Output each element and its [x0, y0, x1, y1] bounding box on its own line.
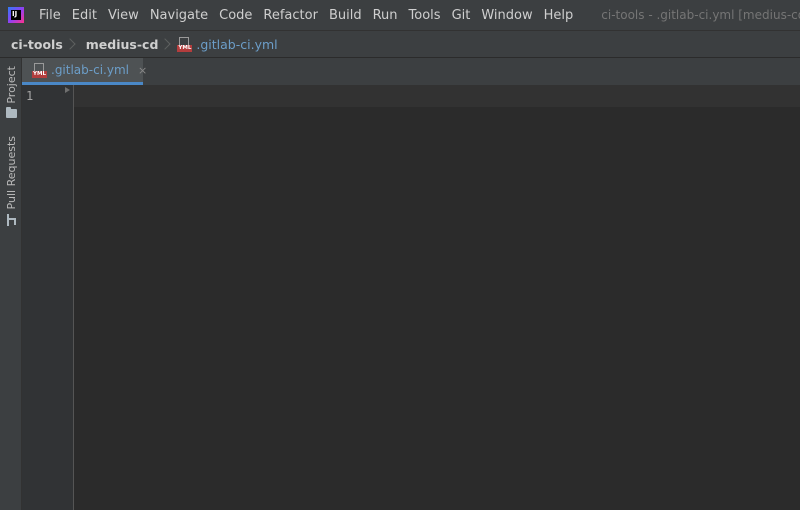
- breadcrumb-project[interactable]: ci-tools: [11, 37, 63, 52]
- menu-window[interactable]: Window: [481, 8, 532, 23]
- menu-run[interactable]: Run: [373, 8, 398, 23]
- menu-file[interactable]: File: [39, 8, 61, 23]
- yaml-file-icon-tag: YML: [32, 70, 47, 78]
- tab-gitlab-ci-yml[interactable]: YML .gitlab-ci.yml ×: [22, 58, 147, 85]
- menu-refactor[interactable]: Refactor: [263, 8, 318, 23]
- folder-icon: [5, 106, 17, 118]
- menu-code[interactable]: Code: [219, 8, 252, 23]
- line-number: 1: [26, 89, 34, 103]
- pull-requests-tool-button[interactable]: Pull Requests: [0, 136, 22, 227]
- editor-caret-line[interactable]: [74, 85, 800, 107]
- menu-git[interactable]: Git: [452, 8, 471, 23]
- chevron-right-icon: [163, 37, 170, 51]
- menu-view[interactable]: View: [108, 8, 139, 23]
- yaml-file-icon-tag: YML: [177, 44, 193, 52]
- editor-tab-bar: YML .gitlab-ci.yml ×: [22, 58, 800, 85]
- intellij-logo-icon[interactable]: IJ: [8, 7, 24, 23]
- breadcrumb-file[interactable]: YML .gitlab-ci.yml: [177, 36, 278, 52]
- menu-build[interactable]: Build: [329, 8, 362, 23]
- project-tool-label: Project: [4, 66, 18, 104]
- pull-requests-tool-label: Pull Requests: [4, 136, 18, 210]
- menu-navigate[interactable]: Navigate: [150, 8, 208, 23]
- breadcrumb: ci-tools medius-cd YML .gitlab-ci.yml: [0, 30, 800, 58]
- menu-edit[interactable]: Edit: [72, 8, 97, 23]
- window-title: ci-tools - .gitlab-ci.yml [medius-cd]: [601, 8, 800, 22]
- breadcrumb-file-label: .gitlab-ci.yml: [196, 36, 278, 52]
- menu-help[interactable]: Help: [544, 8, 574, 23]
- left-tool-strip: Project Pull Requests: [0, 58, 22, 510]
- editor-text-area[interactable]: [74, 107, 800, 510]
- pull-request-icon: [6, 214, 17, 227]
- menu-bar: IJ File Edit View Navigate Code Refactor…: [0, 0, 800, 30]
- fold-marker-icon[interactable]: [65, 87, 70, 93]
- breadcrumb-module[interactable]: medius-cd: [86, 37, 159, 52]
- chevron-right-icon: [68, 37, 75, 51]
- close-icon[interactable]: ×: [138, 64, 147, 77]
- yaml-file-icon: YML: [32, 62, 47, 78]
- tab-label: .gitlab-ci.yml: [51, 63, 129, 77]
- project-tool-button[interactable]: Project: [0, 66, 22, 118]
- menu-tools[interactable]: Tools: [409, 8, 441, 23]
- editor-gutter: 1: [22, 85, 74, 510]
- yaml-file-icon: YML: [177, 36, 193, 52]
